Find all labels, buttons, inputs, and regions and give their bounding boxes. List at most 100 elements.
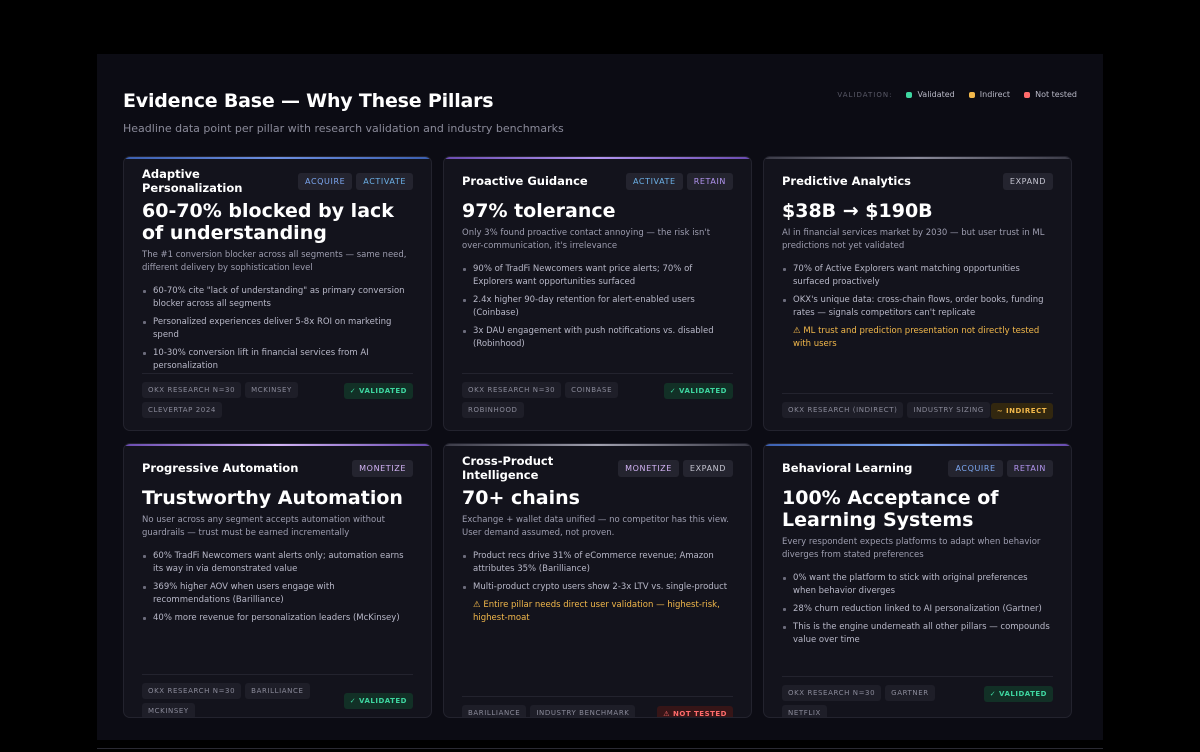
status-badge: ✓ VALIDATED	[663, 383, 733, 399]
evidence-item: 0% want the platform to stick with origi…	[782, 572, 1053, 598]
evidence-list: 0% want the platform to stick with origi…	[782, 572, 1053, 647]
card-headline: 97% tolerance	[462, 200, 616, 222]
card-title: Behavioral Learning	[782, 461, 913, 475]
page-subtitle: Headline data point per pillar with rese…	[123, 122, 564, 135]
legend-item-label: Indirect	[979, 90, 1011, 99]
pillar-card-progressive-automation[interactable]: Progressive Automation MONETIZE Trustwor…	[123, 443, 432, 718]
source-list: OKX RESEARCH (INDIRECT) INDUSTRY SIZING	[782, 402, 1012, 418]
card-headline: 60-70% blocked by lack of understanding	[142, 200, 394, 244]
source-chip: BARILLIANCE	[245, 683, 310, 699]
card-accent-line	[444, 157, 751, 159]
card-description: No user across any segment accepts autom…	[142, 515, 385, 538]
evidence-list: Product recs drive 31% of eCommerce reve…	[462, 550, 733, 625]
evidence-item: 60-70% cite "lack of understanding" as p…	[142, 285, 413, 311]
source-chip: OKX RESEARCH N=30	[462, 382, 562, 398]
source-chip: COINBASE	[565, 382, 619, 398]
card-footer: OKX RESEARCH N=30 GARTNER NETFLIX ✓ VALI…	[782, 676, 1053, 717]
legend-item-label: Not tested	[1035, 90, 1077, 99]
card-headline: $38B → $190B	[782, 200, 933, 222]
card-description: Every respondent expects platforms to ad…	[782, 537, 1041, 560]
tag-group: ACTIVATE RETAIN	[625, 172, 733, 190]
status-badge: ✓ VALIDATED	[343, 383, 413, 399]
card-accent-line	[764, 444, 1071, 446]
pillar-card-cross-product-intelligence[interactable]: Cross-Product Intelligence MONETIZE EXPA…	[443, 443, 752, 718]
evidence-item: 28% churn reduction linked to AI persona…	[782, 603, 1053, 616]
source-list: OKX RESEARCH N=30 GARTNER NETFLIX	[782, 685, 982, 717]
tag-acquire: ACQUIRE	[298, 172, 353, 190]
evidence-item: Personalized experiences deliver 5-8x RO…	[142, 316, 413, 342]
status-badge: ~ INDIRECT	[990, 403, 1053, 419]
card-accent-line	[124, 444, 431, 446]
card-description: Only 3% found proactive contact annoying…	[462, 228, 711, 251]
legend-label: VALIDATION:	[837, 90, 893, 99]
source-chip: GARTNER	[885, 685, 935, 701]
card-accent-line	[444, 444, 751, 446]
status-badge: ✓ VALIDATED	[343, 693, 413, 709]
evidence-item: Product recs drive 31% of eCommerce reve…	[462, 550, 733, 576]
card-headline: 100% Acceptance of Learning Systems	[782, 487, 999, 531]
evidence-item: 2.4x higher 90-day retention for alert-e…	[462, 294, 733, 320]
yellow-dot-icon	[968, 91, 975, 98]
evidence-item: 70% of Active Explorers want matching op…	[782, 263, 1053, 289]
evidence-list: 60-70% cite "lack of understanding" as p…	[142, 285, 413, 373]
evidence-item: 10-30% conversion lift in financial serv…	[142, 347, 413, 373]
tag-acquire: ACQUIRE	[948, 459, 1003, 477]
card-title: Adaptive Personalization	[142, 167, 243, 195]
source-chip: OKX RESEARCH N=30	[782, 685, 882, 701]
evidence-item: 369% higher AOV when users engage with r…	[142, 581, 413, 607]
source-list: OKX RESEARCH N=30 MCKINSEY CLEVERTAP 202…	[142, 382, 352, 418]
card-headline: 70+ chains	[462, 487, 580, 509]
pillar-card-adaptive-personalization[interactable]: Adaptive Personalization ACQUIRE ACTIVAT…	[123, 156, 432, 431]
pillar-card-predictive-analytics[interactable]: Predictive Analytics EXPAND $38B → $190B…	[763, 156, 1072, 431]
card-title: Proactive Guidance	[462, 174, 588, 188]
card-title: Predictive Analytics	[782, 174, 912, 188]
warning-item: ⚠ Entire pillar needs direct user valida…	[473, 600, 720, 623]
source-chip: INDUSTRY BENCHMARK	[530, 705, 636, 717]
source-list: BARILLIANCE INDUSTRY BENCHMARK	[462, 705, 672, 717]
card-footer: OKX RESEARCH N=30 MCKINSEY CLEVERTAP 202…	[142, 373, 413, 418]
evidence-item: 90% of TradFi Newcomers want price alert…	[462, 263, 733, 289]
source-chip: BARILLIANCE	[462, 705, 527, 717]
card-headline: Trustworthy Automation	[142, 487, 403, 509]
evidence-list: 70% of Active Explorers want matching op…	[782, 263, 1053, 351]
pillar-card-behavioral-learning[interactable]: Behavioral Learning ACQUIRE RETAIN 100% …	[763, 443, 1072, 718]
warning-item: ⚠ ML trust and prediction presentation n…	[793, 326, 1040, 349]
tag-expand: EXPAND	[682, 459, 733, 477]
card-footer: BARILLIANCE INDUSTRY BENCHMARK ⚠ NOT TES…	[462, 696, 733, 717]
card-footer: OKX RESEARCH N=30 COINBASE ROBINHOOD ✓ V…	[462, 373, 733, 418]
evidence-item: 60% TradFi Newcomers want alerts only; a…	[142, 550, 413, 576]
tag-group: MONETIZE	[352, 459, 413, 477]
evidence-list: 60% TradFi Newcomers want alerts only; a…	[142, 550, 413, 625]
source-chip: CLEVERTAP 2024	[142, 402, 222, 418]
legend-item-label: Validated	[917, 90, 955, 99]
tag-group: EXPAND	[1002, 172, 1053, 190]
tag-expand: EXPAND	[1002, 172, 1053, 190]
header: Evidence Base — Why These Pillars Headli…	[123, 90, 1077, 135]
pillar-card-proactive-guidance[interactable]: Proactive Guidance ACTIVATE RETAIN 97% t…	[443, 156, 752, 431]
card-description: AI in financial services market by 2030 …	[782, 228, 1045, 251]
legend-item-not-tested: Not tested	[1024, 90, 1077, 99]
source-chip: MCKINSEY	[142, 703, 195, 717]
evidence-item: 3x DAU engagement with push notification…	[462, 325, 733, 351]
divider	[97, 748, 1103, 749]
tag-monetize: MONETIZE	[352, 459, 413, 477]
card-footer: OKX RESEARCH N=30 BARILLIANCE MCKINSEY ✓…	[142, 674, 413, 717]
evidence-item: OKX's unique data: cross-chain flows, or…	[782, 294, 1053, 320]
card-accent-line	[124, 157, 431, 159]
tag-activate: ACTIVATE	[356, 172, 413, 190]
tag-retain: RETAIN	[686, 172, 733, 190]
card-title: Progressive Automation	[142, 461, 299, 475]
card-footer: OKX RESEARCH (INDIRECT) INDUSTRY SIZING …	[782, 393, 1053, 419]
source-chip: MCKINSEY	[245, 382, 298, 398]
evidence-item: This is the engine underneath all other …	[782, 621, 1053, 647]
legend-item-indirect: Indirect	[968, 90, 1011, 99]
status-badge: ⚠ NOT TESTED	[657, 706, 733, 717]
source-list: OKX RESEARCH N=30 COINBASE ROBINHOOD	[462, 382, 672, 418]
card-title: Cross-Product Intelligence	[462, 454, 554, 482]
tag-monetize: MONETIZE	[618, 459, 679, 477]
evidence-item: Multi-product crypto users show 2-3x LTV…	[462, 581, 733, 594]
red-dot-icon	[1024, 91, 1031, 98]
evidence-item: 40% more revenue for personalization lea…	[142, 612, 413, 625]
tag-group: ACQUIRE RETAIN	[948, 459, 1053, 477]
evidence-list: 90% of TradFi Newcomers want price alert…	[462, 263, 733, 351]
